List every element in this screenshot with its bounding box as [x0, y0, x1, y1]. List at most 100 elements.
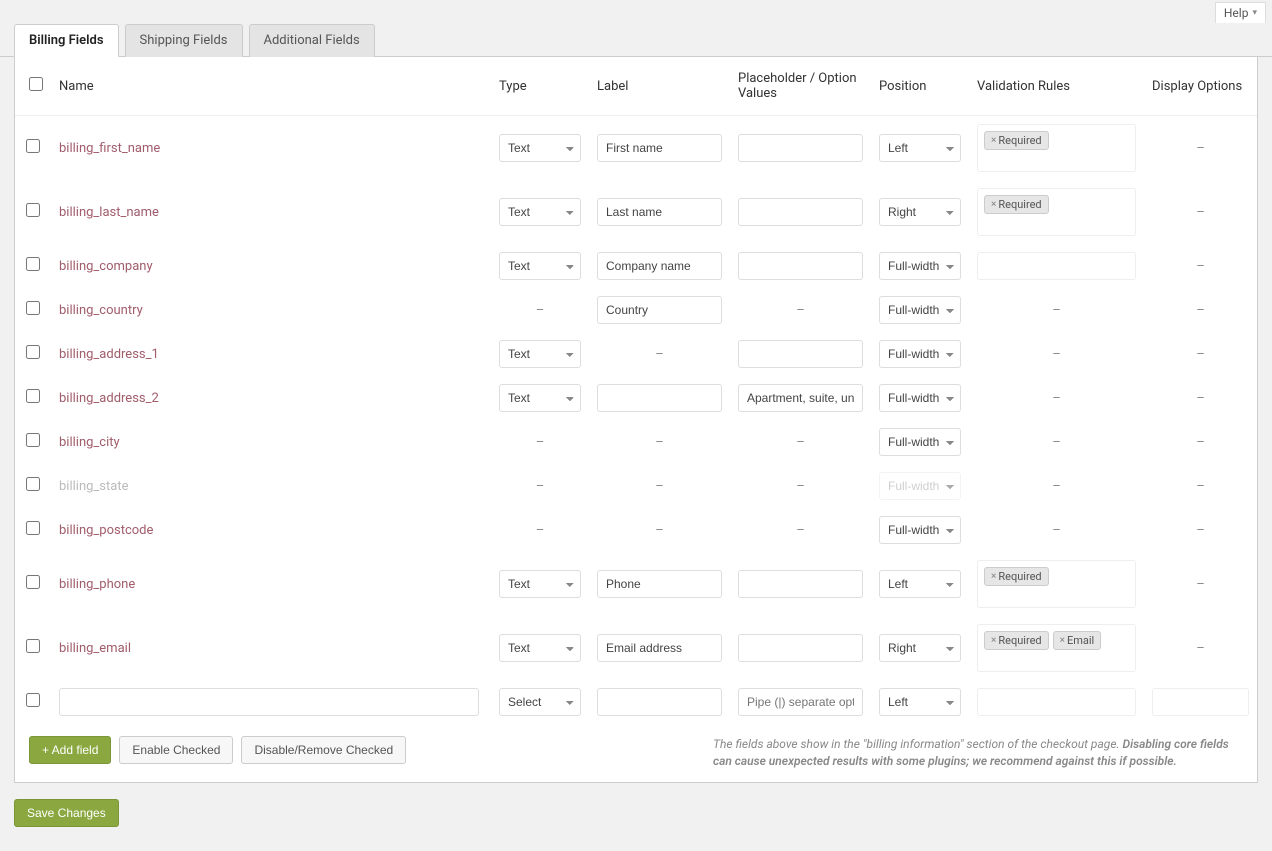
row-checkbox[interactable] [26, 477, 40, 491]
position-select[interactable]: LeftRightFull-width [879, 384, 961, 412]
dash-icon: – [738, 303, 863, 318]
field-name-link[interactable]: billing_phone [59, 577, 135, 592]
validation-rules-box[interactable] [977, 688, 1136, 716]
hint-text: The fields above show in the "billing in… [713, 736, 1243, 770]
placeholder-input[interactable] [738, 198, 863, 226]
tab-additional-fields[interactable]: Additional Fields [249, 24, 375, 57]
position-select[interactable]: LeftRightFull-width [879, 634, 961, 662]
placeholder-input[interactable] [738, 252, 863, 280]
position-select[interactable]: LeftRightFull-width [879, 472, 961, 500]
row-checkbox[interactable] [26, 521, 40, 535]
save-changes-button[interactable]: Save Changes [14, 799, 119, 827]
placeholder-input[interactable] [738, 134, 863, 162]
row-checkbox[interactable] [26, 203, 40, 217]
row-checkbox[interactable] [26, 639, 40, 653]
row-checkbox[interactable] [26, 257, 40, 271]
help-tab[interactable]: Help ▾ [1215, 2, 1266, 23]
field-name-link[interactable]: billing_country [59, 303, 143, 318]
dash-icon: – [597, 435, 722, 450]
dash-icon: – [738, 435, 863, 450]
dash-icon: – [499, 435, 581, 450]
position-select[interactable]: LeftRightFull-width [879, 134, 961, 162]
new-name-input[interactable] [59, 688, 479, 716]
label-input[interactable] [597, 384, 722, 412]
row-checkbox[interactable] [26, 433, 40, 447]
col-label: Label [589, 57, 730, 116]
row-checkbox[interactable] [26, 693, 40, 707]
table-row: billing_address_1 TextSelect – LeftRightFul… [15, 332, 1257, 376]
position-select[interactable]: LeftRightFull-width [879, 428, 961, 456]
help-label: Help [1224, 6, 1249, 20]
position-select[interactable]: LeftRightFull-width [879, 516, 961, 544]
label-input[interactable] [597, 570, 722, 598]
row-checkbox[interactable] [26, 139, 40, 153]
tab-billing-fields[interactable]: Billing Fields [14, 24, 119, 57]
validation-rules-box[interactable] [977, 252, 1136, 280]
placeholder-input[interactable] [738, 634, 863, 662]
chevron-down-icon: ▾ [1252, 8, 1257, 18]
field-name-link[interactable]: billing_first_name [59, 141, 160, 156]
type-select[interactable]: TextSelect [499, 134, 581, 162]
position-select[interactable]: LeftRightFull-width [879, 252, 961, 280]
position-select[interactable]: LeftRightFull-width [879, 570, 961, 598]
close-icon: × [991, 571, 996, 582]
dash-icon: – [1152, 577, 1249, 592]
label-input[interactable] [597, 252, 722, 280]
row-checkbox[interactable] [26, 575, 40, 589]
label-input[interactable] [597, 296, 722, 324]
field-name-link[interactable]: billing_address_1 [59, 347, 159, 362]
label-input[interactable] [597, 634, 722, 662]
table-row: billing_email TextSelect LeftRightFull-wid… [15, 616, 1257, 680]
field-name-link[interactable]: billing_postcode [59, 523, 153, 538]
validation-chip-required[interactable]: × Required [984, 195, 1049, 214]
validation-rules-box[interactable]: × Required [977, 560, 1136, 608]
validation-chip-required[interactable]: × Required [984, 631, 1049, 650]
select-all-checkbox[interactable] [29, 77, 43, 91]
new-label-input[interactable] [597, 688, 722, 716]
position-select[interactable]: LeftRightFull-width [879, 198, 961, 226]
placeholder-input[interactable] [738, 384, 863, 412]
add-field-button[interactable]: + Add field [29, 736, 111, 764]
validation-chip-required[interactable]: × Required [984, 131, 1049, 150]
field-name-link[interactable]: billing_company [59, 259, 153, 274]
field-name-link[interactable]: billing_last_name [59, 205, 159, 220]
validation-rules-box[interactable]: × Required [977, 124, 1136, 172]
close-icon: × [991, 199, 996, 210]
row-checkbox[interactable] [26, 345, 40, 359]
type-select[interactable]: TextSelect [499, 384, 581, 412]
validation-chip-required[interactable]: × Required [984, 567, 1049, 586]
field-name-link[interactable]: billing_email [59, 641, 131, 656]
new-placeholder-input[interactable] [738, 688, 863, 716]
enable-checked-button[interactable]: Enable Checked [119, 736, 233, 764]
type-select[interactable]: TextSelect [499, 198, 581, 226]
field-name-link[interactable]: billing_city [59, 435, 120, 450]
col-validation: Validation Rules [969, 57, 1144, 116]
disable-remove-checked-button[interactable]: Disable/Remove Checked [241, 736, 406, 764]
type-select[interactable]: TextSelect [499, 340, 581, 368]
dash-icon: – [597, 523, 722, 538]
dash-icon: – [977, 347, 1136, 362]
new-type-select[interactable]: TextSelect [499, 688, 581, 716]
field-name-link[interactable]: billing_address_2 [59, 391, 159, 406]
type-select[interactable]: TextSelect [499, 570, 581, 598]
placeholder-input[interactable] [738, 340, 863, 368]
display-options-box[interactable] [1152, 688, 1249, 716]
position-select[interactable]: LeftRightFull-width [879, 296, 961, 324]
type-select[interactable]: TextSelect [499, 252, 581, 280]
tab-shipping-fields[interactable]: Shipping Fields [125, 24, 243, 57]
validation-rules-box[interactable]: × Required× Email [977, 624, 1136, 672]
dash-icon: – [1152, 435, 1249, 450]
label-input[interactable] [597, 134, 722, 162]
validation-rules-box[interactable]: × Required [977, 188, 1136, 236]
placeholder-input[interactable] [738, 570, 863, 598]
dash-icon: – [977, 391, 1136, 406]
type-select[interactable]: TextSelect [499, 634, 581, 662]
row-checkbox[interactable] [26, 301, 40, 315]
close-icon: × [991, 635, 996, 646]
row-checkbox[interactable] [26, 389, 40, 403]
label-input[interactable] [597, 198, 722, 226]
validation-chip-email[interactable]: × Email [1053, 631, 1102, 650]
new-position-select[interactable]: LeftRightFull-width [879, 688, 961, 716]
field-name-link[interactable]: billing_state [59, 479, 128, 494]
position-select[interactable]: LeftRightFull-width [879, 340, 961, 368]
